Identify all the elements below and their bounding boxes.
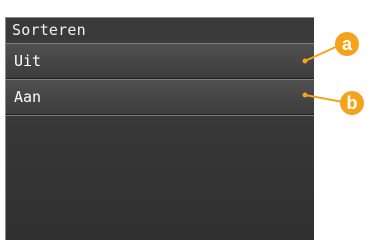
callout-illustration: Sorteren Uit Aan a b: [0, 0, 376, 240]
callout-b-badge: [340, 91, 364, 115]
option-label: Aan: [14, 88, 42, 106]
callout-a-letter: a: [342, 34, 353, 54]
empty-list-area: [6, 115, 314, 240]
title-bar: Sorteren: [6, 18, 314, 42]
callout-b-letter: b: [347, 93, 358, 113]
callout-a-badge: [335, 32, 359, 56]
option-label: Uit: [14, 52, 42, 70]
option-aan[interactable]: Aan: [6, 79, 314, 115]
option-uit[interactable]: Uit: [6, 43, 314, 79]
screen-title: Sorteren: [12, 21, 86, 39]
device-display: Sorteren Uit Aan: [5, 17, 314, 240]
